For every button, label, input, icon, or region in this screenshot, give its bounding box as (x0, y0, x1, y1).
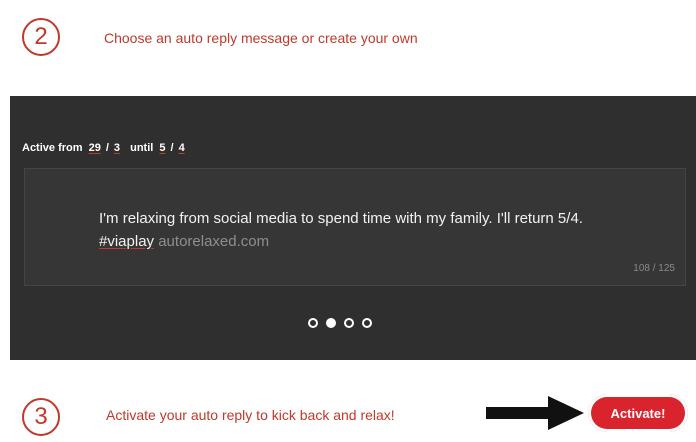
carousel-dot-2[interactable] (326, 318, 336, 328)
from-day-field[interactable]: 29 (89, 142, 101, 154)
carousel-dot-4[interactable] (362, 318, 372, 328)
carousel-dot-1[interactable] (308, 318, 318, 328)
carousel-dot-3[interactable] (344, 318, 354, 328)
step-2-number: 2 (22, 18, 60, 56)
step-3-instruction: Activate your auto reply to kick back an… (106, 407, 395, 423)
message-main-text: I'm relaxing from social media to spend … (99, 210, 583, 227)
auto-reply-panel: Active from 29 / 3 until 5 / 4 I'm relaxing … (10, 96, 696, 360)
active-from-label: Active from (22, 142, 83, 154)
arrow-right-icon (486, 396, 584, 430)
until-label: until (130, 142, 154, 154)
message-site-link: autorelaxed.com (154, 233, 270, 250)
message-textbox[interactable]: I'm relaxing from social media to spend … (24, 168, 686, 286)
activate-button[interactable]: Activate! (588, 394, 688, 432)
step-3-number-text: 3 (34, 403, 48, 430)
character-counter: 108 / 125 (633, 263, 675, 274)
date-separator: / (105, 142, 109, 154)
until-day-field[interactable]: 5 (159, 142, 165, 154)
active-period: Active from 29 / 3 until 5 / 4 (22, 142, 188, 154)
step-2-number-text: 2 (34, 23, 48, 50)
step-2-instruction: Choose an auto reply message or create y… (104, 30, 418, 46)
message-hashtag: #viaplay (99, 233, 155, 250)
until-month-field[interactable]: 4 (179, 142, 185, 154)
message-text[interactable]: I'm relaxing from social media to spend … (99, 207, 599, 253)
step-3-number: 3 (22, 398, 60, 436)
carousel-dots (308, 318, 372, 328)
date-separator: / (170, 142, 174, 154)
from-month-field[interactable]: 3 (114, 142, 120, 154)
